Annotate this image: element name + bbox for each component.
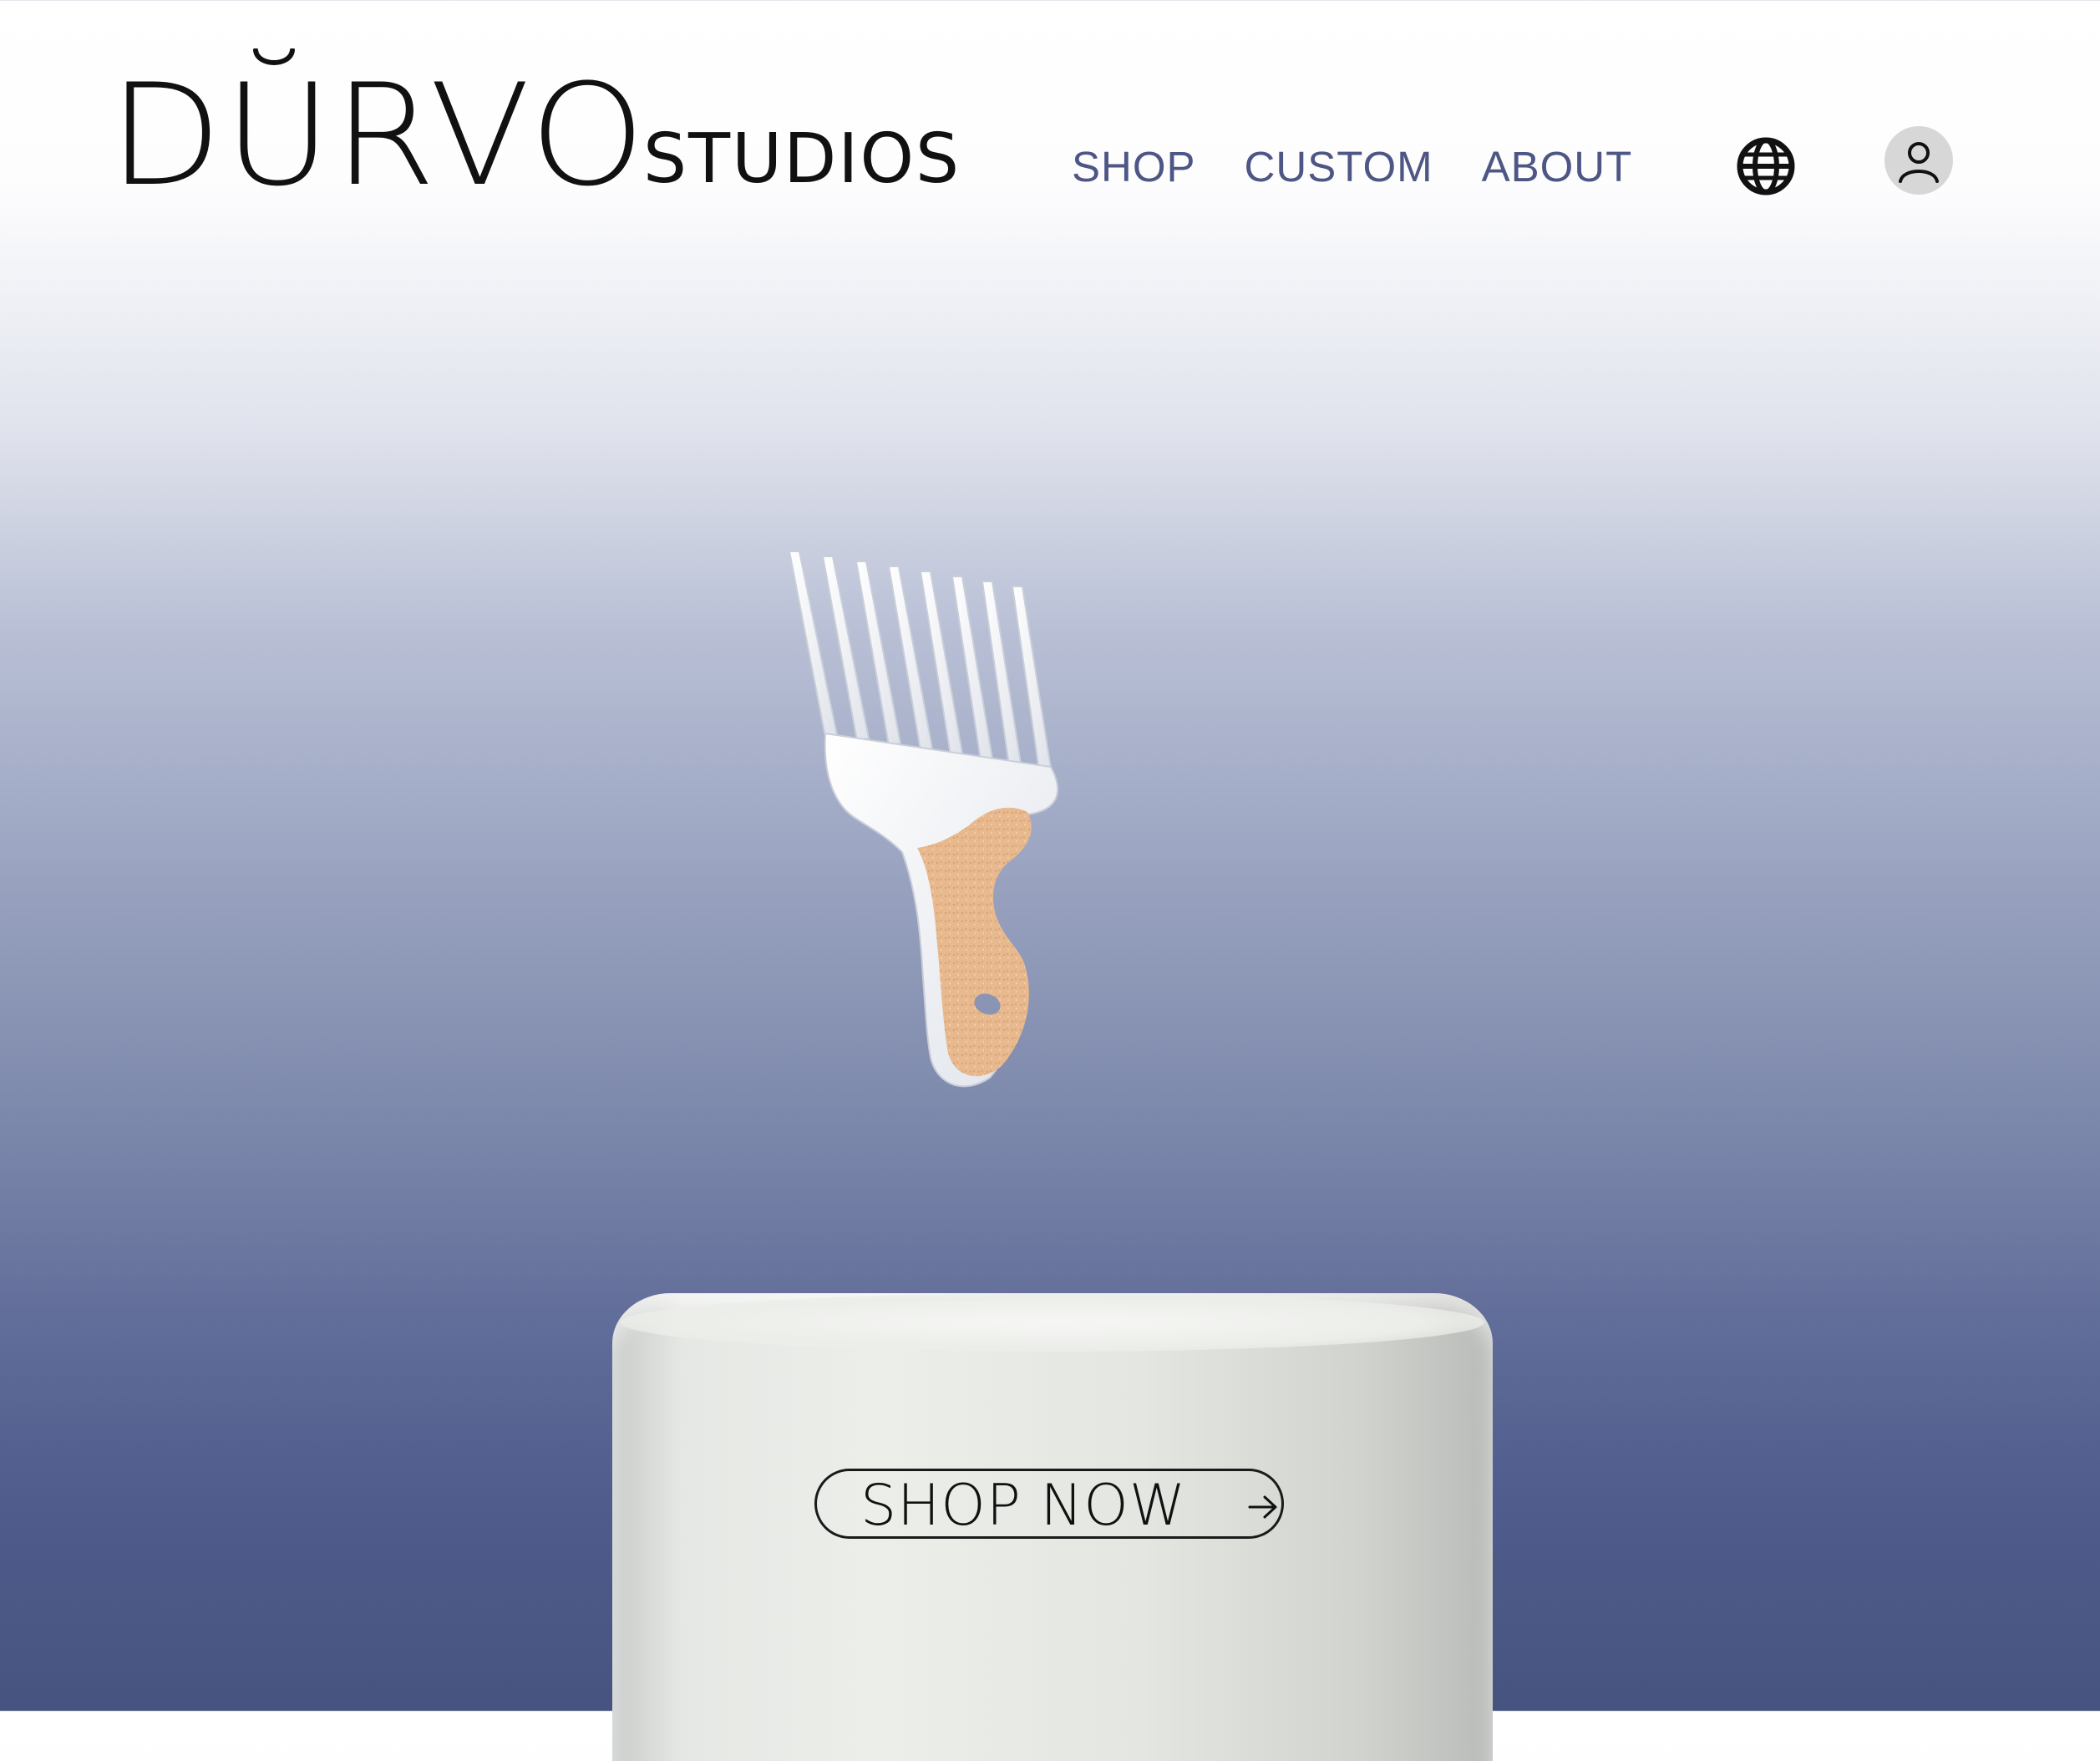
main-nav: SHOP CUSTOM ABOUT: [1072, 142, 1632, 192]
nav-custom[interactable]: CUSTOM: [1245, 142, 1433, 192]
shop-now-button[interactable]: SHOP NOW: [814, 1469, 1284, 1539]
nav-about[interactable]: ABOUT: [1482, 142, 1633, 192]
afro-pick-comb-image: [788, 551, 1059, 1088]
shop-now-label: SHOP NOW: [860, 1473, 1187, 1539]
logo-subtitle: STUDIOS: [643, 119, 961, 199]
logo-wordmark: DURVO: [109, 53, 647, 217]
user-icon[interactable]: [1884, 126, 1953, 195]
logo-breve-mark: [253, 48, 295, 65]
site-header: DURVO STUDIOS SHOP CUSTOM ABOUT: [0, 0, 2100, 217]
nav-shop[interactable]: SHOP: [1072, 142, 1196, 192]
arrow-right-icon: [1248, 1495, 1277, 1519]
globe-icon[interactable]: [1736, 136, 1796, 196]
podium-top: [621, 1293, 1484, 1352]
